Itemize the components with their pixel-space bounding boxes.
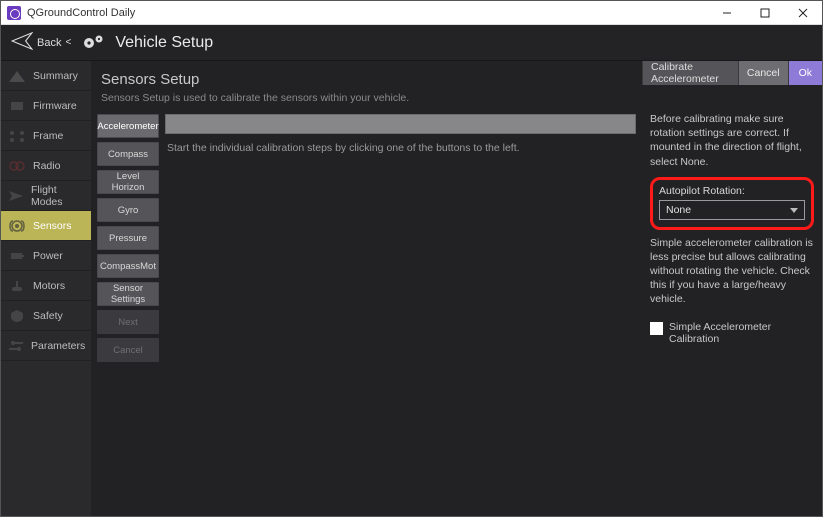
firmware-icon [7, 98, 27, 114]
cancel-button[interactable]: Cancel [738, 61, 788, 85]
rotation-pretext: Before calibrating make sure rotation se… [650, 112, 814, 169]
sidebar-item-label: Firmware [33, 100, 77, 112]
close-button[interactable] [784, 1, 822, 24]
sensor-compass-button[interactable]: Compass [97, 142, 159, 166]
back-button[interactable]: Back < [7, 30, 75, 55]
window-title: QGroundControl Daily [27, 7, 708, 19]
page-subtitle: Sensors Setup is used to calibrate the s… [91, 92, 642, 112]
sidebar: Summary Firmware Frame Radio Flight Mode… [1, 61, 91, 516]
titlebar: QGroundControl Daily [1, 1, 822, 25]
simple-calibration-label: Simple Accelerometer Calibration [669, 321, 814, 345]
sensor-level-horizon-button[interactable]: Level Horizon [97, 170, 159, 194]
right-actions: Calibrate Accelerometer Cancel Ok [642, 61, 822, 85]
sensor-compassmot-button[interactable]: CompassMot [97, 254, 159, 278]
center-panel: Start the individual calibration steps b… [163, 112, 642, 516]
main-content: Sensors Setup Sensors Setup is used to c… [91, 61, 822, 516]
sidebar-item-radio[interactable]: Radio [1, 151, 91, 181]
sidebar-item-flight-modes[interactable]: Flight Modes [1, 181, 91, 211]
autopilot-rotation-value: None [666, 204, 691, 216]
back-label: Back [37, 37, 61, 49]
page-title: Sensors Setup [91, 61, 642, 92]
right-actions-wrap: Calibrate Accelerometer Cancel Ok [642, 61, 822, 112]
sidebar-item-sensors[interactable]: Sensors [1, 211, 91, 241]
right-panel: Before calibrating make sure rotation se… [642, 112, 822, 516]
sensor-step-list: Accelerometer Compass Level Horizon Gyro… [91, 112, 163, 516]
app-window: QGroundControl Daily Back < Vehic [0, 0, 823, 517]
flight-modes-icon [7, 188, 25, 204]
page-header-title: Vehicle Setup [115, 34, 213, 52]
sidebar-item-label: Safety [33, 310, 63, 322]
sensor-settings-button[interactable]: Sensor Settings [97, 282, 159, 306]
ok-button[interactable]: Ok [788, 61, 822, 85]
frame-icon [7, 128, 27, 144]
sensor-cancel-button: Cancel [97, 338, 159, 362]
autopilot-rotation-dropdown[interactable]: None [659, 200, 805, 220]
simple-calibration-checkbox[interactable] [650, 322, 663, 335]
instruction-text: Start the individual calibration steps b… [165, 140, 636, 156]
app-header: Back < Vehicle Setup [1, 25, 822, 61]
sensors-icon [7, 218, 27, 234]
autopilot-rotation-highlight: Autopilot Rotation: None [650, 177, 814, 230]
simple-calibration-text: Simple accelerometer calibration is less… [650, 236, 814, 307]
radio-icon [7, 158, 27, 174]
sidebar-item-motors[interactable]: Motors [1, 271, 91, 301]
sensor-gyro-button[interactable]: Gyro [97, 198, 159, 222]
minimize-button[interactable] [708, 1, 746, 24]
maximize-button[interactable] [746, 1, 784, 24]
sidebar-item-firmware[interactable]: Firmware [1, 91, 91, 121]
sidebar-item-label: Sensors [33, 220, 72, 232]
sidebar-item-label: Power [33, 250, 63, 262]
sensor-accelerometer-button[interactable]: Accelerometer [97, 114, 159, 138]
sidebar-item-label: Motors [33, 280, 65, 292]
sidebar-item-label: Radio [33, 160, 60, 172]
sidebar-item-frame[interactable]: Frame [1, 121, 91, 151]
sensor-next-button: Next [97, 310, 159, 334]
sidebar-item-label: Frame [33, 130, 63, 142]
sidebar-item-label: Parameters [31, 340, 85, 352]
lower: Accelerometer Compass Level Horizon Gyro… [91, 112, 822, 516]
summary-icon [7, 68, 27, 84]
safety-icon [7, 308, 27, 324]
autopilot-rotation-label: Autopilot Rotation: [659, 185, 805, 197]
sidebar-item-parameters[interactable]: Parameters [1, 331, 91, 361]
app-body: Back < Vehicle Setup Summary [1, 25, 822, 516]
sidebar-item-safety[interactable]: Safety [1, 301, 91, 331]
gears-icon [81, 33, 107, 53]
window-controls [708, 1, 822, 24]
simple-calibration-row: Simple Accelerometer Calibration [650, 321, 814, 345]
sidebar-item-label: Flight Modes [31, 184, 85, 208]
chevron-left-icon: < [65, 37, 71, 48]
body: Summary Firmware Frame Radio Flight Mode… [1, 61, 822, 516]
motors-icon [7, 278, 27, 294]
sidebar-item-summary[interactable]: Summary [1, 61, 91, 91]
calibration-progress-bar [165, 114, 636, 134]
sensor-pressure-button[interactable]: Pressure [97, 226, 159, 250]
power-icon [7, 248, 27, 264]
calibrate-accelerometer-button[interactable]: Calibrate Accelerometer [642, 61, 738, 85]
sidebar-item-power[interactable]: Power [1, 241, 91, 271]
parameters-icon [7, 338, 25, 354]
paper-plane-icon [11, 32, 33, 53]
sidebar-item-label: Summary [33, 70, 78, 82]
app-icon [7, 6, 21, 20]
